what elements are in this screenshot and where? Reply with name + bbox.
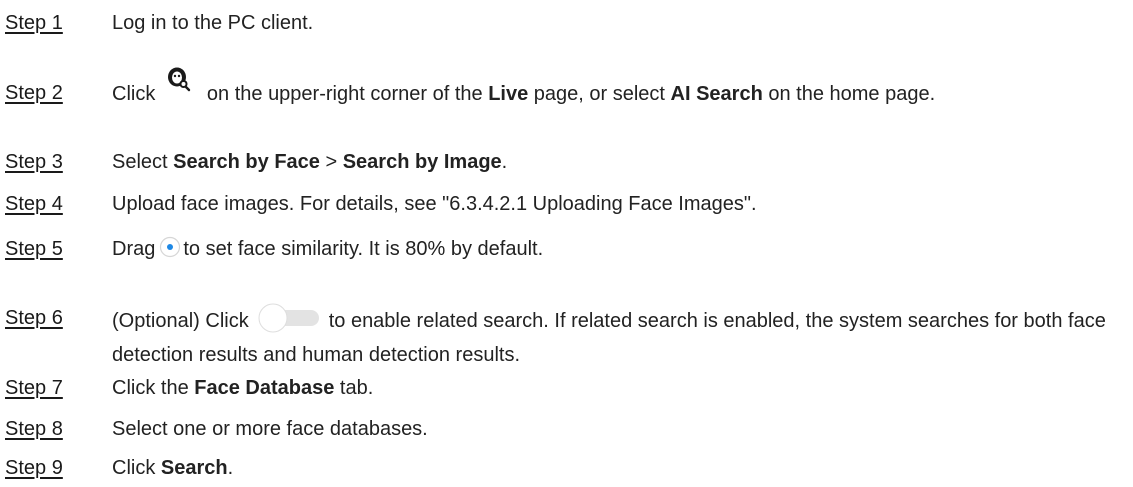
text-segment: page, or select [528,83,671,105]
step-text: Select Search by Face > Search by Image. [112,145,1127,179]
step-text: Upload face images. For details, see "6.… [112,193,757,215]
step-text: Drag to set face similarity. It is 80% b… [112,232,1127,266]
text-segment: . [227,457,234,479]
step-label: Step 1 [5,12,63,34]
text-segment: on the upper-right corner of the [201,83,489,105]
text-segment: Click the [112,377,195,399]
step-text: Log in to the PC client. [112,12,314,34]
text-segment: > [319,151,343,173]
text-segment: Click [112,83,156,105]
ai-search-name: AI Search [670,83,763,105]
text-segment: Drag [112,238,156,260]
text-segment: to set face similarity. It is 80% by def… [183,238,544,260]
text-segment: Select [112,151,174,173]
step-text: Click the Face Database tab. [112,371,1127,405]
face-search-icon [165,66,191,92]
step-label: Step 6 [5,307,63,329]
step-label: Step 3 [5,151,63,173]
slider-handle-icon [159,235,181,258]
toggle-switch-icon [257,301,323,335]
text-segment: . [501,151,508,173]
step-text: Click on the upper-right corner of the L… [112,67,1127,111]
step-text: Select one or more face databases. [112,418,428,440]
live-page-name: Live [488,83,529,105]
search-by-face-name: Search by Face [173,151,320,173]
text-segment: tab. [334,377,374,399]
step-label: Step 2 [5,82,63,104]
step-text: (Optional) Click to enable related searc… [112,301,1127,372]
face-database-name: Face Database [194,377,335,399]
step-label: Step 5 [5,238,63,260]
text-segment: (Optional) Click [112,310,249,332]
step-label: Step 9 [5,457,63,479]
search-name: Search [160,457,228,479]
step-text: Click Search. [112,451,1127,485]
step-label: Step 7 [5,377,63,399]
text-segment: Click [112,457,161,479]
step-label: Step 4 [5,193,63,215]
step-label: Step 8 [5,418,63,440]
text-segment: on the home page. [762,83,936,105]
search-by-image-name: Search by Image [342,151,502,173]
